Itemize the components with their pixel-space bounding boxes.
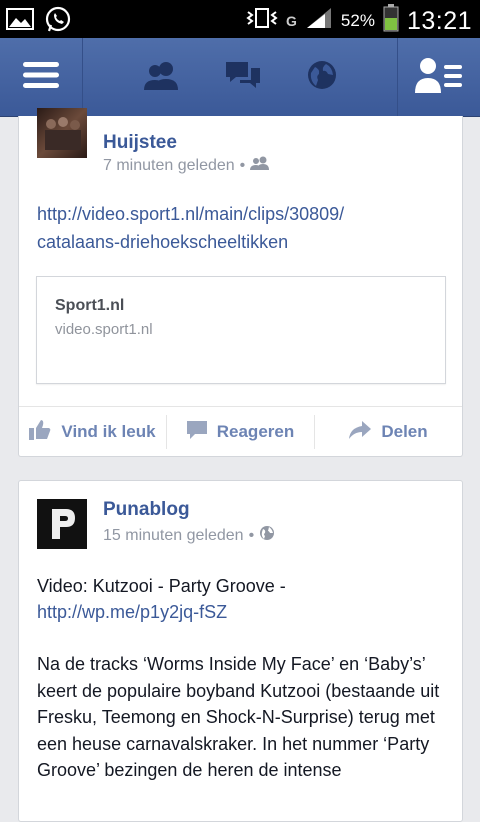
comment-icon [186, 420, 207, 444]
battery-percent: 52% [340, 11, 375, 30]
menu-icon [23, 61, 59, 94]
friend-requests-icon[interactable] [142, 60, 180, 95]
friends-sidebar-button[interactable] [397, 38, 480, 116]
author-name[interactable]: Huijstee [103, 132, 177, 154]
feed-story-card: Punablog 15 minuten geleden • Video: Kut… [18, 480, 463, 822]
comment-button[interactable]: Reageren [167, 407, 314, 457]
author-avatar[interactable] [37, 499, 87, 549]
author-avatar[interactable] [37, 108, 87, 158]
story-actions: Vind ik leuk Reageren Delen [19, 406, 462, 457]
signal-icon [305, 6, 333, 36]
network-type-indicator: G [286, 13, 297, 29]
post-body: Na de tracks ‘Worms Inside My Face’ en ‘… [37, 654, 440, 780]
image-icon [6, 6, 34, 39]
whatsapp-icon [44, 6, 72, 39]
post-timestamp: 15 minuten geleden • [103, 525, 275, 546]
messages-icon[interactable] [224, 60, 262, 95]
post-text: Video: Kutzooi - Party Groove - http://w… [37, 576, 286, 622]
vibrate-icon [246, 6, 278, 36]
author-name[interactable]: Punablog [103, 499, 190, 521]
post-link[interactable]: http://wp.me/p1y2jq-fSZ [37, 602, 227, 622]
menu-button[interactable] [0, 38, 83, 116]
link-preview-card[interactable]: Sport1.nl video.sport1.nl [36, 276, 446, 384]
globe-icon [259, 525, 275, 546]
link-preview-title: Sport1.nl [55, 297, 125, 314]
post-link[interactable]: http://video.sport1.nl/main/clips/30809/… [37, 200, 344, 256]
status-bar: G 52% 13:21 [0, 0, 480, 38]
notifications-globe-icon[interactable] [306, 59, 338, 96]
share-button[interactable]: Delen [315, 407, 462, 457]
friends-sidebar-icon [415, 57, 463, 98]
top-navigation-bar [0, 38, 480, 117]
thumbs-up-icon [29, 419, 51, 445]
like-button[interactable]: Vind ik leuk [19, 407, 166, 457]
post-timestamp: 7 minuten geleden • [103, 156, 270, 175]
link-preview-url: video.sport1.nl [55, 321, 153, 338]
share-arrow-icon [349, 420, 372, 444]
friends-icon [250, 156, 270, 175]
feed-story-card: Huijstee 7 minuten geleden • http://vide… [18, 108, 463, 457]
clock: 13:21 [406, 6, 472, 35]
battery-icon [383, 4, 399, 38]
